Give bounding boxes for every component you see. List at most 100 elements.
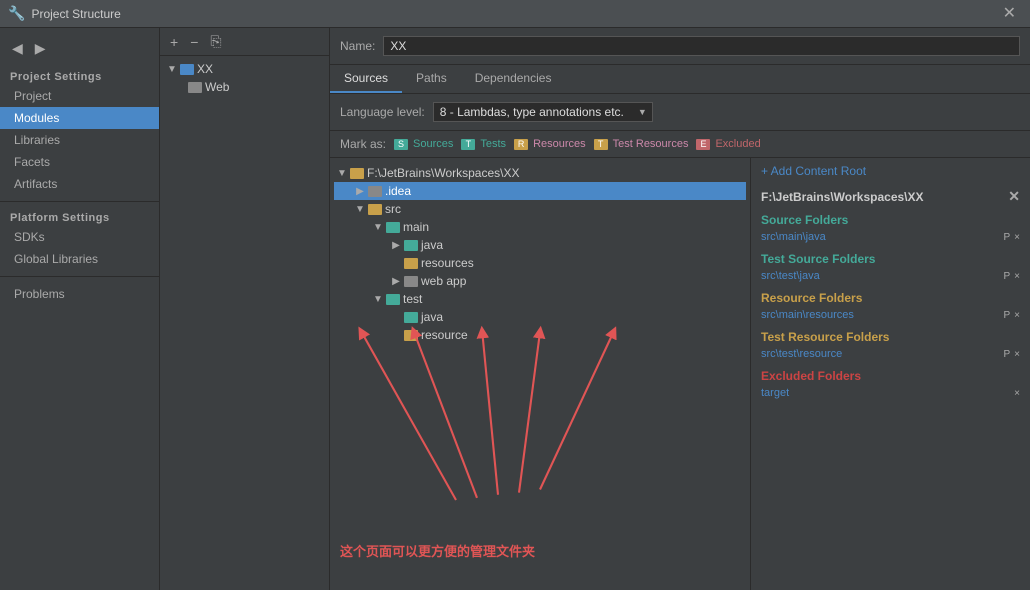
mark-as-test-resources-button[interactable]: TTest Resources bbox=[594, 138, 689, 150]
sidebar-divider-2 bbox=[0, 276, 159, 277]
source-panel: + Add Content Root F:\JetBrains\Workspac… bbox=[750, 158, 1030, 590]
tree-item-idea[interactable]: ▶ .idea bbox=[334, 182, 746, 200]
test-java-folder-icon bbox=[404, 312, 418, 323]
tree-item-test-resource[interactable]: ▶ resource bbox=[334, 326, 746, 344]
tree-item-test[interactable]: ▼ test bbox=[334, 290, 746, 308]
src-arrow: ▼ bbox=[354, 204, 366, 215]
project-settings-label: Project Settings bbox=[0, 67, 159, 85]
test-source-folders-title: Test Source Folders bbox=[761, 252, 1020, 266]
tab-bar: Sources Paths Dependencies bbox=[330, 65, 1030, 94]
tree-item-webapp[interactable]: ▶ web app bbox=[334, 272, 746, 290]
tree-item-java[interactable]: ▶ java bbox=[334, 236, 746, 254]
source-entry-test-resource: src\test\resource P × bbox=[761, 347, 1020, 361]
module-item-xx[interactable]: ▼ XX bbox=[164, 60, 325, 78]
source-entry-remove-test-resource[interactable]: × bbox=[1014, 349, 1020, 360]
sidebar-item-global-libraries[interactable]: Global Libraries bbox=[0, 248, 159, 270]
lang-select[interactable]: 3 - Generics, annotations etc. 5 - Enums… bbox=[433, 102, 653, 122]
tree-item-src[interactable]: ▼ src bbox=[334, 200, 746, 218]
add-module-button[interactable]: + bbox=[166, 33, 182, 51]
source-entry-edit-main-java[interactable]: P bbox=[1003, 232, 1010, 243]
source-entry-remove-main-java[interactable]: × bbox=[1014, 232, 1020, 243]
test-folder-icon bbox=[386, 294, 400, 305]
tab-dependencies[interactable]: Dependencies bbox=[461, 65, 566, 93]
tree-expand-arrow: ▼ bbox=[166, 64, 178, 75]
test-java-label: java bbox=[421, 310, 443, 324]
test-source-folders-section: Test Source Folders src\test\java P × bbox=[751, 248, 1030, 287]
remove-module-button[interactable]: − bbox=[186, 33, 202, 51]
platform-settings-label: Platform Settings bbox=[0, 208, 159, 226]
root-folder-icon bbox=[350, 168, 364, 179]
web-folder-icon bbox=[188, 82, 202, 93]
excluded-folders-title: Excluded Folders bbox=[761, 369, 1020, 383]
mark-as-resources-button[interactable]: RResources bbox=[514, 138, 586, 150]
sidebar-item-problems[interactable]: Problems bbox=[0, 283, 159, 305]
tab-sources[interactable]: Sources bbox=[330, 65, 402, 93]
add-content-root-button[interactable]: + Add Content Root bbox=[761, 164, 866, 178]
source-entry-path-main-java: src\main\java bbox=[761, 231, 1003, 243]
excluded-folders-section: Excluded Folders target × bbox=[751, 365, 1030, 404]
sidebar-item-sdks[interactable]: SDKs bbox=[0, 226, 159, 248]
tree-item-resources[interactable]: ▶ resources bbox=[334, 254, 746, 272]
nav-forward-button[interactable]: ▶ bbox=[31, 38, 50, 59]
sources-folder-icon: S bbox=[394, 139, 408, 150]
source-entry-path-main-resources: src\main\resources bbox=[761, 309, 1003, 321]
module-toolbar: + − ⎘ bbox=[160, 28, 329, 56]
window-title: Project Structure bbox=[31, 7, 120, 21]
close-button[interactable]: ✕ bbox=[997, 4, 1022, 24]
sidebar-item-artifacts[interactable]: Artifacts bbox=[0, 173, 159, 195]
copy-module-button[interactable]: ⎘ bbox=[206, 32, 225, 51]
test-arrow: ▼ bbox=[372, 294, 384, 305]
mark-as-tests-button[interactable]: TTests bbox=[461, 138, 506, 150]
nav-arrows: ◀ ▶ bbox=[0, 34, 159, 67]
source-entry-remove-test-java[interactable]: × bbox=[1014, 271, 1020, 282]
lang-label: Language level: bbox=[340, 105, 425, 119]
idea-folder-icon bbox=[368, 186, 382, 197]
resources-label: resources bbox=[421, 256, 474, 270]
java-folder-icon bbox=[404, 240, 418, 251]
tree-item-main[interactable]: ▼ main bbox=[334, 218, 746, 236]
tree-item-test-java[interactable]: ▶ java bbox=[334, 308, 746, 326]
src-label: src bbox=[385, 202, 401, 216]
title-icon: 🔧 bbox=[8, 5, 25, 22]
sidebar-item-modules[interactable]: Modules bbox=[0, 107, 159, 129]
tree-item-root[interactable]: ▼ F:\JetBrains\Workspaces\XX bbox=[334, 164, 746, 182]
main-arrow: ▼ bbox=[372, 222, 384, 233]
resources-folder-icon: R bbox=[514, 139, 528, 150]
lang-row: Language level: 3 - Generics, annotation… bbox=[330, 94, 1030, 131]
test-resource-label: resource bbox=[421, 328, 468, 342]
source-panel-close-button[interactable]: ✕ bbox=[1008, 188, 1020, 205]
split-content: ▼ F:\JetBrains\Workspaces\XX ▶ .idea bbox=[330, 158, 1030, 590]
tab-paths[interactable]: Paths bbox=[402, 65, 461, 93]
source-folders-title: Source Folders bbox=[761, 213, 1020, 227]
webapp-folder-icon bbox=[404, 276, 418, 287]
source-entry-edit-test-java[interactable]: P bbox=[1003, 271, 1010, 282]
source-entry-edit-test-resource[interactable]: P bbox=[1003, 349, 1010, 360]
src-folder-icon bbox=[368, 204, 382, 215]
source-entry-remove-target[interactable]: × bbox=[1014, 388, 1020, 399]
idea-label: .idea bbox=[385, 184, 411, 198]
source-entry-actions-main-resources: P × bbox=[1003, 310, 1020, 321]
module-item-web[interactable]: Web bbox=[164, 78, 325, 96]
mark-as-excluded-button[interactable]: EExcluded bbox=[696, 138, 760, 150]
root-path-label: F:\JetBrains\Workspaces\XX bbox=[367, 166, 520, 180]
source-entry-remove-main-resources[interactable]: × bbox=[1014, 310, 1020, 321]
source-entry-edit-main-resources[interactable]: P bbox=[1003, 310, 1010, 321]
test-resource-folders-section: Test Resource Folders src\test\resource … bbox=[751, 326, 1030, 365]
sidebar-item-libraries[interactable]: Libraries bbox=[0, 129, 159, 151]
annotation-text: 这个页面可以更方便的管理文件夹 bbox=[340, 541, 535, 560]
source-entry-target: target × bbox=[761, 386, 1020, 400]
source-entry-test-java: src\test\java P × bbox=[761, 269, 1020, 283]
mark-as-sources-button[interactable]: SSources bbox=[394, 138, 453, 150]
test-resources-folder-icon: T bbox=[594, 139, 608, 150]
name-input[interactable] bbox=[383, 36, 1020, 56]
nav-back-button[interactable]: ◀ bbox=[8, 38, 27, 59]
mark-as-label: Mark as: bbox=[340, 137, 386, 151]
source-entry-path-target: target bbox=[761, 387, 1014, 399]
name-label: Name: bbox=[340, 39, 375, 53]
source-panel-header: + Add Content Root bbox=[751, 158, 1030, 184]
root-arrow: ▼ bbox=[336, 168, 348, 179]
excluded-folder-icon: E bbox=[696, 139, 710, 150]
sidebar-item-facets[interactable]: Facets bbox=[0, 151, 159, 173]
source-entry-actions-target: × bbox=[1014, 388, 1020, 399]
sidebar-item-project[interactable]: Project bbox=[0, 85, 159, 107]
